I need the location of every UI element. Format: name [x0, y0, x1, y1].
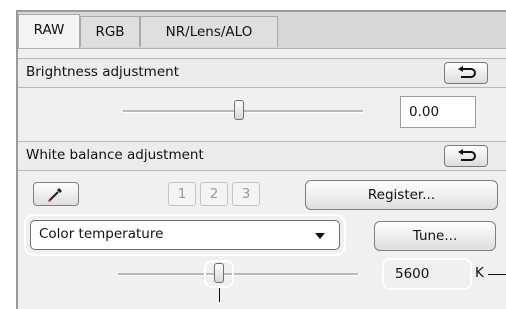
temperature-value-field[interactable]: 5600: [387, 262, 467, 288]
thumb-callout-line: [219, 288, 220, 302]
temperature-slider-track[interactable]: [118, 273, 358, 276]
preset-2-button[interactable]: 2: [200, 182, 228, 206]
white-balance-title: White balance adjustment: [26, 147, 204, 163]
tab-rgb-label: RGB: [95, 24, 125, 40]
white-balance-header: White balance adjustment: [18, 141, 506, 171]
preset-2-label: 2: [209, 186, 219, 202]
dropdown-arrow-icon: [315, 233, 325, 239]
brightness-reset-button[interactable]: [444, 62, 488, 84]
white-balance-mode-value: Color temperature: [39, 226, 164, 242]
preset-1-label: 1: [177, 186, 187, 202]
preset-3-label: 3: [241, 186, 251, 202]
raw-adjustment-panel: RAW RGB NR/Lens/ALO Brightness adjustmen…: [16, 10, 506, 309]
preset-3-button[interactable]: 3: [232, 182, 260, 206]
preset-1-button[interactable]: 1: [168, 182, 196, 206]
tab-raw-label: RAW: [33, 22, 65, 38]
undo-arrow-icon: [458, 149, 476, 161]
register-label: Register...: [367, 187, 436, 203]
value-callout-line: [488, 274, 506, 275]
brightness-value: 0.00: [409, 104, 440, 120]
tune-label: Tune...: [412, 228, 458, 244]
brightness-header: Brightness adjustment: [18, 58, 506, 88]
white-balance-mode-select[interactable]: Color temperature: [30, 220, 340, 250]
tab-rgb[interactable]: RGB: [80, 16, 140, 47]
tab-nr-lens-alo-label: NR/Lens/ALO: [165, 24, 253, 40]
tab-nr-lens-alo[interactable]: NR/Lens/ALO: [140, 16, 278, 47]
brightness-title: Brightness adjustment: [26, 64, 179, 80]
eyedropper-icon: [48, 187, 63, 202]
tab-bar: RAW RGB NR/Lens/ALO: [18, 12, 506, 49]
temperature-value: 5600: [395, 266, 430, 282]
preset-group: 1 2 3: [168, 182, 260, 206]
temperature-unit: K: [475, 265, 484, 281]
register-button[interactable]: Register...: [305, 180, 498, 210]
white-balance-reset-button[interactable]: [444, 145, 488, 167]
brightness-value-field[interactable]: 0.00: [400, 96, 476, 128]
eyedropper-button[interactable]: [33, 182, 79, 206]
undo-arrow-icon: [458, 66, 476, 78]
tab-raw[interactable]: RAW: [18, 14, 80, 48]
tune-button[interactable]: Tune...: [374, 221, 496, 251]
brightness-slider-thumb[interactable]: [234, 100, 244, 120]
temperature-slider-thumb[interactable]: [214, 263, 224, 283]
